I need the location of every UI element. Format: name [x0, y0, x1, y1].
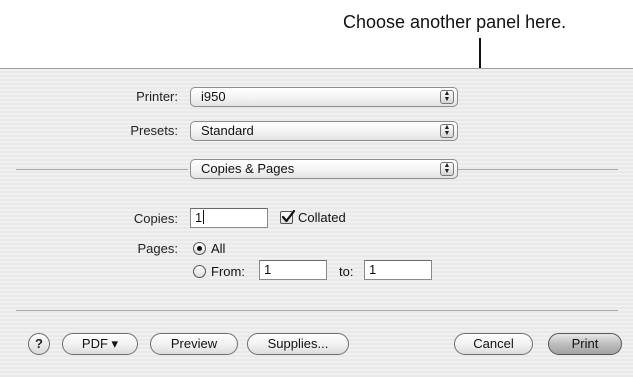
pages-to-label: to:: [339, 264, 354, 279]
printer-popup-value: i950: [201, 89, 226, 104]
pages-from-label: From:: [211, 264, 245, 279]
print-button[interactable]: Print: [548, 333, 622, 355]
printer-label: Printer:: [136, 89, 178, 104]
copies-input[interactable]: 1: [190, 208, 268, 228]
checkmark-icon: [281, 209, 296, 223]
panel-popup[interactable]: Copies & Pages ▲ ▼: [190, 159, 458, 179]
preview-button[interactable]: Preview: [150, 333, 238, 355]
presets-popup-value: Standard: [201, 123, 254, 138]
presets-label: Presets:: [130, 123, 178, 138]
print-dialog: Printer: i950 ▲ ▼ Presets: Standard ▲ ▼ Co…: [0, 68, 633, 377]
text-caret: [203, 210, 205, 224]
pages-to-input[interactable]: 1: [364, 260, 432, 280]
pages-all-radio[interactable]: [193, 242, 206, 255]
callout-text: Choose another panel here.: [343, 12, 567, 32]
pages-label: Pages:: [137, 241, 178, 256]
presets-popup[interactable]: Standard ▲ ▼: [190, 121, 458, 141]
pages-all-label: All: [211, 241, 226, 256]
pages-to-value: 1: [369, 262, 377, 277]
bottom-divider: [16, 310, 618, 311]
collated-checkbox[interactable]: [280, 209, 296, 224]
popup-arrows-icon: ▲ ▼: [440, 90, 454, 104]
section-divider-left: [16, 169, 188, 170]
copies-label: Copies:: [133, 211, 178, 226]
printer-popup[interactable]: i950 ▲ ▼: [190, 87, 458, 107]
popup-arrows-icon: ▲ ▼: [440, 124, 454, 138]
popup-arrows-icon: ▲ ▼: [440, 162, 454, 176]
pages-range-radio[interactable]: [193, 265, 206, 278]
pages-from-value: 1: [264, 262, 272, 277]
help-button[interactable]: ?: [28, 333, 50, 355]
pages-from-input[interactable]: 1: [259, 260, 327, 280]
collated-label: Collated: [298, 210, 346, 225]
section-divider-right: [458, 169, 618, 170]
supplies-button[interactable]: Supplies...: [247, 333, 349, 355]
panel-popup-value: Copies & Pages: [201, 161, 295, 176]
cancel-button[interactable]: Cancel: [454, 333, 533, 355]
copies-input-value: 1: [195, 210, 203, 225]
pdf-button[interactable]: PDF ▾: [62, 333, 138, 355]
